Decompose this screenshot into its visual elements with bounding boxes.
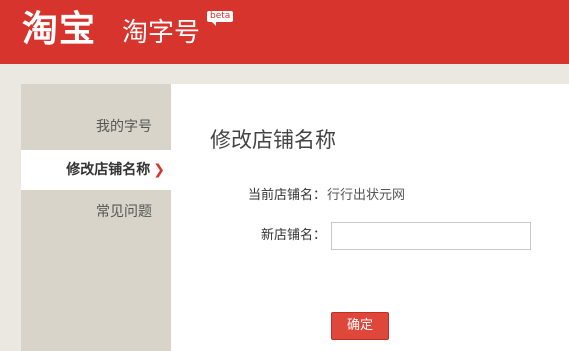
current-name-label: 当前店铺名：	[247, 188, 326, 203]
taobao-logo[interactable]: 淘宝	[22, 8, 96, 52]
page-title: 修改店铺名称	[210, 128, 336, 152]
chevron-right-icon: ❯	[153, 162, 165, 178]
sidebar-item-faq[interactable]: 常见问题	[21, 192, 171, 232]
sidebar-item-label: 修改店铺名称	[66, 162, 151, 178]
sidebar-item-label: 常见问题	[96, 204, 152, 220]
sidebar-item-my-name[interactable]: 我的字号	[21, 107, 171, 147]
header-bar: 淘宝 淘字号 beta	[0, 0, 569, 64]
content-panel: 我的字号 修改店铺名称 ❯ 常见问题 修改店铺名称 当前店铺名： 行行出状元网 新…	[21, 84, 569, 351]
new-name-label: 新店铺名：	[260, 228, 326, 243]
current-name-value: 行行出状元网	[327, 188, 406, 203]
beta-badge: beta	[207, 11, 234, 26]
new-name-input[interactable]	[331, 222, 531, 250]
product-name[interactable]: 淘字号	[122, 16, 200, 50]
sidebar: 我的字号 修改店铺名称 ❯ 常见问题	[21, 84, 171, 351]
sidebar-item-rename-shop[interactable]: 修改店铺名称 ❯	[21, 150, 171, 190]
sidebar-item-label: 我的字号	[96, 119, 152, 135]
confirm-button[interactable]: 确定	[331, 312, 389, 340]
